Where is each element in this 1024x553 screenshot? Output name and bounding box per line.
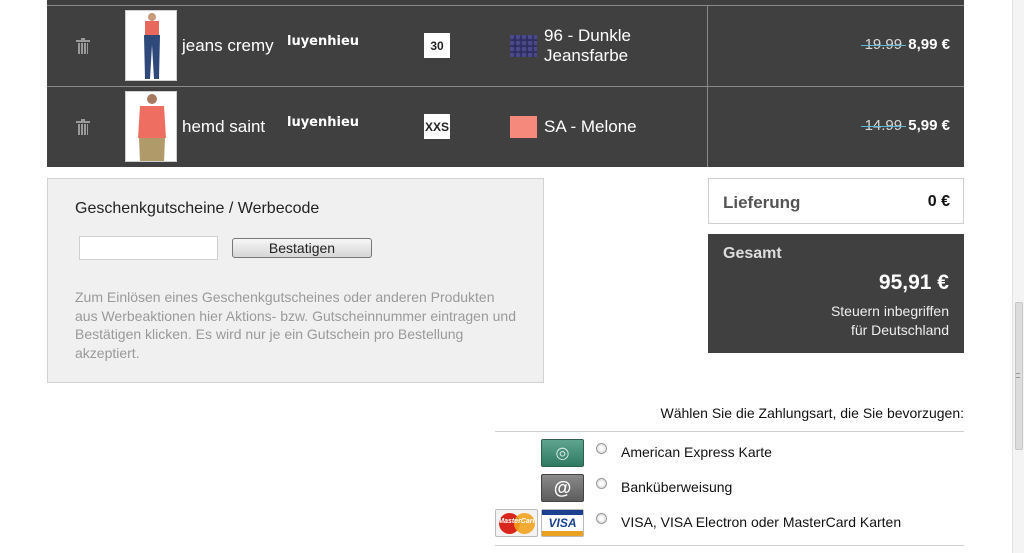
cart-table: jeans cremy luyenhieu 30 96 - Dunkle Jea…	[47, 0, 964, 167]
divider	[495, 431, 964, 432]
total-label: Gesamt	[723, 245, 782, 262]
payment-option-bank[interactable]: @ Banküberweisung	[495, 473, 964, 503]
product-name[interactable]: jeans cremy	[182, 36, 274, 56]
payment-radio-card[interactable]	[596, 513, 607, 524]
new-price: 8,99 €	[908, 36, 950, 53]
total-amount: 95,91 €	[878, 271, 949, 294]
product-name[interactable]: hemd saint	[182, 117, 265, 137]
voucher-title: Geschenkgutscheine / Werbecode	[75, 200, 320, 217]
bank-transfer-icon: @	[541, 474, 584, 502]
confirm-voucher-button[interactable]: Bestatigen	[232, 238, 372, 258]
old-price: 14.99	[864, 117, 903, 134]
seller-name: luyenhieu	[287, 34, 360, 49]
voucher-code-input[interactable]	[79, 236, 218, 260]
color-swatch	[510, 116, 537, 138]
trash-icon[interactable]	[76, 38, 90, 54]
price: 14.99 5,99 €	[865, 117, 950, 134]
payment-radio-bank[interactable]	[596, 478, 607, 489]
price: 19.99 8,99 €	[865, 36, 950, 53]
voucher-info-text: Zum Einlösen eines Geschenkgutscheines o…	[75, 289, 516, 361]
product-image-jeans[interactable]	[125, 10, 177, 81]
payment-label[interactable]: VISA, VISA Electron oder MasterCard Kart…	[621, 514, 901, 530]
payment-radio-amex[interactable]	[596, 443, 607, 454]
delivery-value: 0 €	[927, 193, 950, 210]
cart-row: jeans cremy luyenhieu 30 96 - Dunkle Jea…	[47, 6, 964, 87]
payment-option-amex[interactable]: ◎ American Express Karte	[495, 438, 964, 468]
divider	[495, 545, 964, 546]
payment-label[interactable]: Banküberweisung	[621, 479, 732, 495]
old-price: 19.99	[864, 36, 903, 53]
cart-row: hemd saint luyenhieu XXS SA - Melone 14.…	[47, 87, 964, 167]
size-badge: XXS	[424, 114, 450, 139]
vertical-scrollbar[interactable]	[1012, 0, 1024, 553]
delivery-label: Lieferung	[723, 193, 801, 212]
visa-icon: VISA	[541, 509, 584, 537]
product-image-shirt[interactable]	[125, 91, 177, 162]
trash-icon[interactable]	[76, 119, 90, 135]
amex-card-icon: ◎	[541, 439, 584, 467]
payment-option-card[interactable]: MasterCard VISA VISA, VISA Electron oder…	[495, 508, 964, 538]
mastercard-icon: MasterCard	[495, 509, 538, 537]
payment-title: Wählen Sie die Zahlungsart, die Sie bevo…	[660, 405, 964, 421]
tax-note: Steuern inbegriffen für Deutschland	[830, 303, 949, 338]
total-box: Gesamt 95,91 € Steuern inbegriffen für D…	[708, 234, 964, 353]
seller-name: luyenhieu	[287, 115, 360, 130]
new-price: 5,99 €	[908, 117, 950, 134]
color-swatch	[510, 35, 537, 57]
color-label: SA - Melone	[544, 117, 637, 136]
delivery-box: Lieferung 0 €	[708, 178, 964, 224]
voucher-panel: Geschenkgutscheine / Werbecode Bestatige…	[47, 178, 544, 383]
color-label: 96 - Dunkle Jeansfarbe	[544, 26, 631, 65]
payment-label[interactable]: American Express Karte	[621, 444, 772, 460]
size-badge: 30	[424, 33, 450, 58]
scrollbar-grip-icon	[1016, 373, 1020, 378]
